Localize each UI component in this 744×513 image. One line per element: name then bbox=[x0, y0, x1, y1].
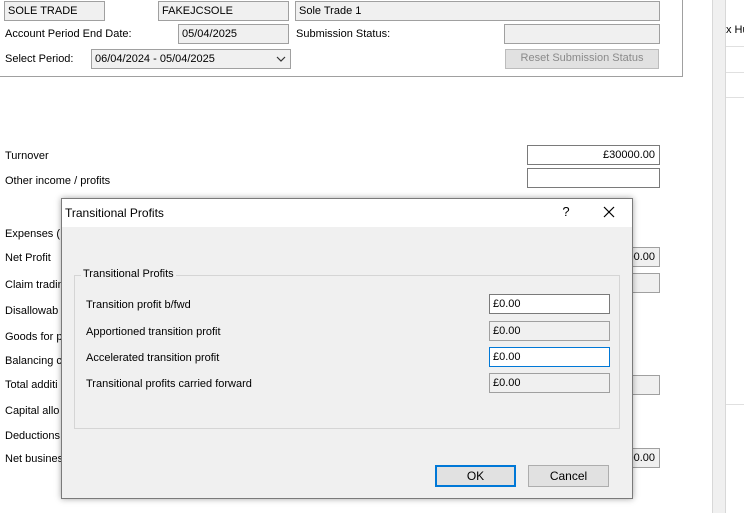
right-pane-divider bbox=[726, 46, 744, 47]
deductions-label: Deductions bbox=[5, 430, 61, 442]
close-icon[interactable] bbox=[598, 201, 620, 223]
expenses-label: Expenses ( bbox=[5, 228, 61, 240]
submission-status-label: Submission Status: bbox=[296, 28, 391, 40]
cancel-button[interactable]: Cancel bbox=[528, 465, 609, 487]
dialog-title: Transitional Profits bbox=[65, 206, 164, 220]
right-pane-divider bbox=[726, 97, 744, 98]
select-period-label: Select Period: bbox=[5, 53, 74, 65]
reset-submission-status-button[interactable]: Reset Submission Status bbox=[505, 49, 659, 69]
group-title: Transitional Profits bbox=[81, 268, 176, 280]
transition-profit-bfwd-input[interactable]: £0.00 bbox=[489, 294, 610, 314]
help-icon[interactable]: ? bbox=[556, 202, 576, 222]
client-code-field: FAKEJCSOLE bbox=[158, 1, 289, 21]
accelerated-transition-profit-input[interactable]: £0.00 bbox=[489, 347, 610, 367]
period-end-field: 05/04/2025 bbox=[178, 24, 289, 44]
turnover-label: Turnover bbox=[5, 150, 49, 162]
transitional-profits-dialog: Transitional Profits ? Transitional Prof… bbox=[61, 198, 633, 499]
apportioned-transition-profit-label: Apportioned transition profit bbox=[86, 326, 221, 338]
splitter-bar[interactable] bbox=[712, 0, 726, 513]
business-name-field: Sole Trade 1 bbox=[295, 1, 660, 21]
apportioned-transition-profit-field: £0.00 bbox=[489, 321, 610, 341]
transitional-profits-cf-label: Transitional profits carried forward bbox=[86, 378, 252, 390]
net-profit-label: Net Profit bbox=[5, 252, 51, 264]
right-pane-header: x Hul bbox=[726, 24, 744, 36]
balancing-label: Balancing c bbox=[5, 355, 62, 367]
accelerated-transition-profit-label: Accelerated transition profit bbox=[86, 352, 220, 364]
dialog-titlebar: Transitional Profits ? bbox=[62, 199, 632, 227]
select-period-dropdown[interactable]: 06/04/2024 - 05/04/2025 bbox=[91, 49, 291, 69]
net-business-label: Net busines bbox=[5, 453, 64, 465]
select-period-value: 06/04/2024 - 05/04/2025 bbox=[95, 53, 215, 65]
goods-label: Goods for p bbox=[5, 331, 63, 343]
period-end-label: Account Period End Date: bbox=[5, 28, 132, 40]
other-income-input[interactable] bbox=[527, 168, 660, 188]
submission-status-field bbox=[504, 24, 660, 44]
other-income-label: Other income / profits bbox=[5, 175, 111, 187]
right-pane-divider bbox=[726, 72, 744, 73]
right-pane-divider bbox=[726, 404, 744, 405]
ok-button[interactable]: OK bbox=[435, 465, 516, 487]
right-pane: x Hul bbox=[726, 0, 744, 513]
capital-allowances-label: Capital allo bbox=[5, 405, 60, 417]
transitional-profits-group: Transitional Profits Transition profit b… bbox=[74, 268, 620, 429]
chevron-down-icon bbox=[276, 52, 286, 71]
transition-profit-bfwd-label: Transition profit b/fwd bbox=[86, 299, 191, 311]
disallowable-label: Disallowab bbox=[5, 305, 59, 317]
turnover-input[interactable]: £30000.00 bbox=[527, 145, 660, 165]
transitional-profits-cf-field: £0.00 bbox=[489, 373, 610, 393]
claim-trading-label: Claim tradin bbox=[5, 279, 64, 291]
total-additions-label: Total additi bbox=[5, 379, 58, 391]
business-type-field: SOLE TRADE bbox=[4, 1, 105, 21]
